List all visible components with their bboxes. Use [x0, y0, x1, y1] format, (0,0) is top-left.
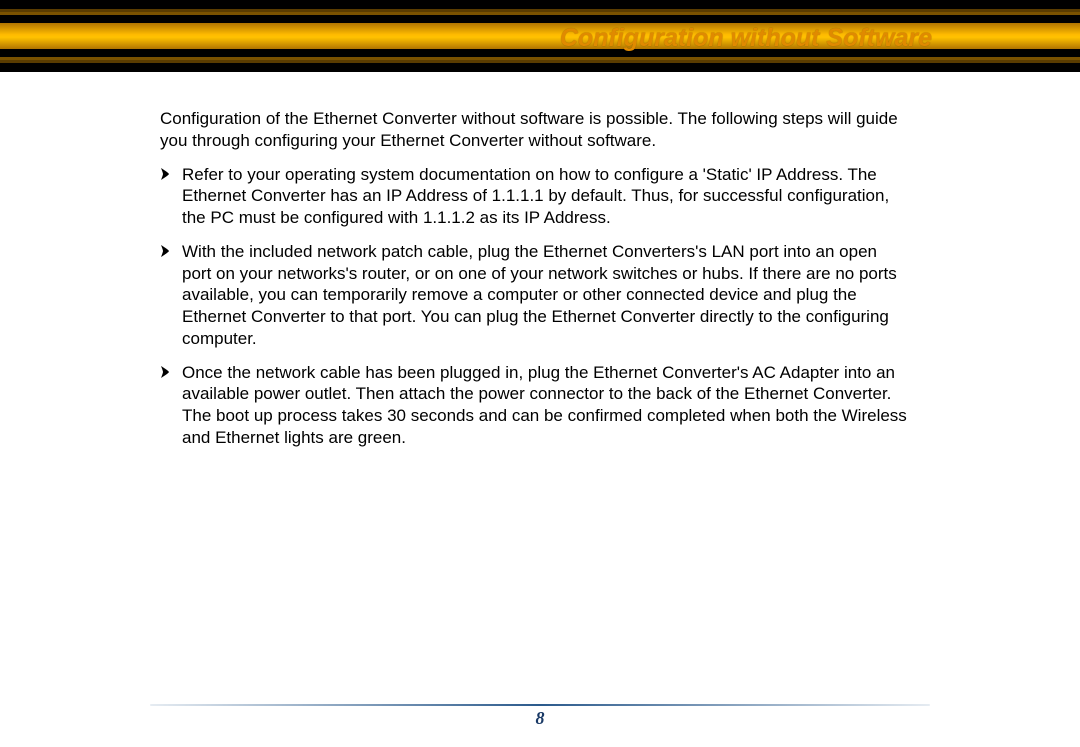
- decorative-stripe: [0, 63, 1080, 72]
- page-footer: 8: [0, 704, 1080, 729]
- steps-list: Refer to your operating system documenta…: [160, 164, 910, 449]
- main-content: Configuration of the Ethernet Converter …: [160, 108, 910, 461]
- header-band: Configuration without Software: [0, 0, 1080, 72]
- decorative-stripe: [0, 0, 1080, 9]
- step-text: With the included network patch cable, p…: [182, 242, 897, 348]
- list-item: Refer to your operating system documenta…: [160, 164, 910, 229]
- page-title: Configuration without Software: [560, 24, 932, 53]
- page-number: 8: [0, 708, 1080, 729]
- step-text: Once the network cable has been plugged …: [182, 363, 907, 447]
- list-item: With the included network patch cable, p…: [160, 241, 910, 350]
- footer-rule: [150, 704, 930, 706]
- intro-paragraph: Configuration of the Ethernet Converter …: [160, 108, 910, 152]
- decorative-stripe: [0, 15, 1080, 23]
- step-text: Refer to your operating system documenta…: [182, 165, 889, 228]
- list-item: Once the network cable has been plugged …: [160, 362, 910, 449]
